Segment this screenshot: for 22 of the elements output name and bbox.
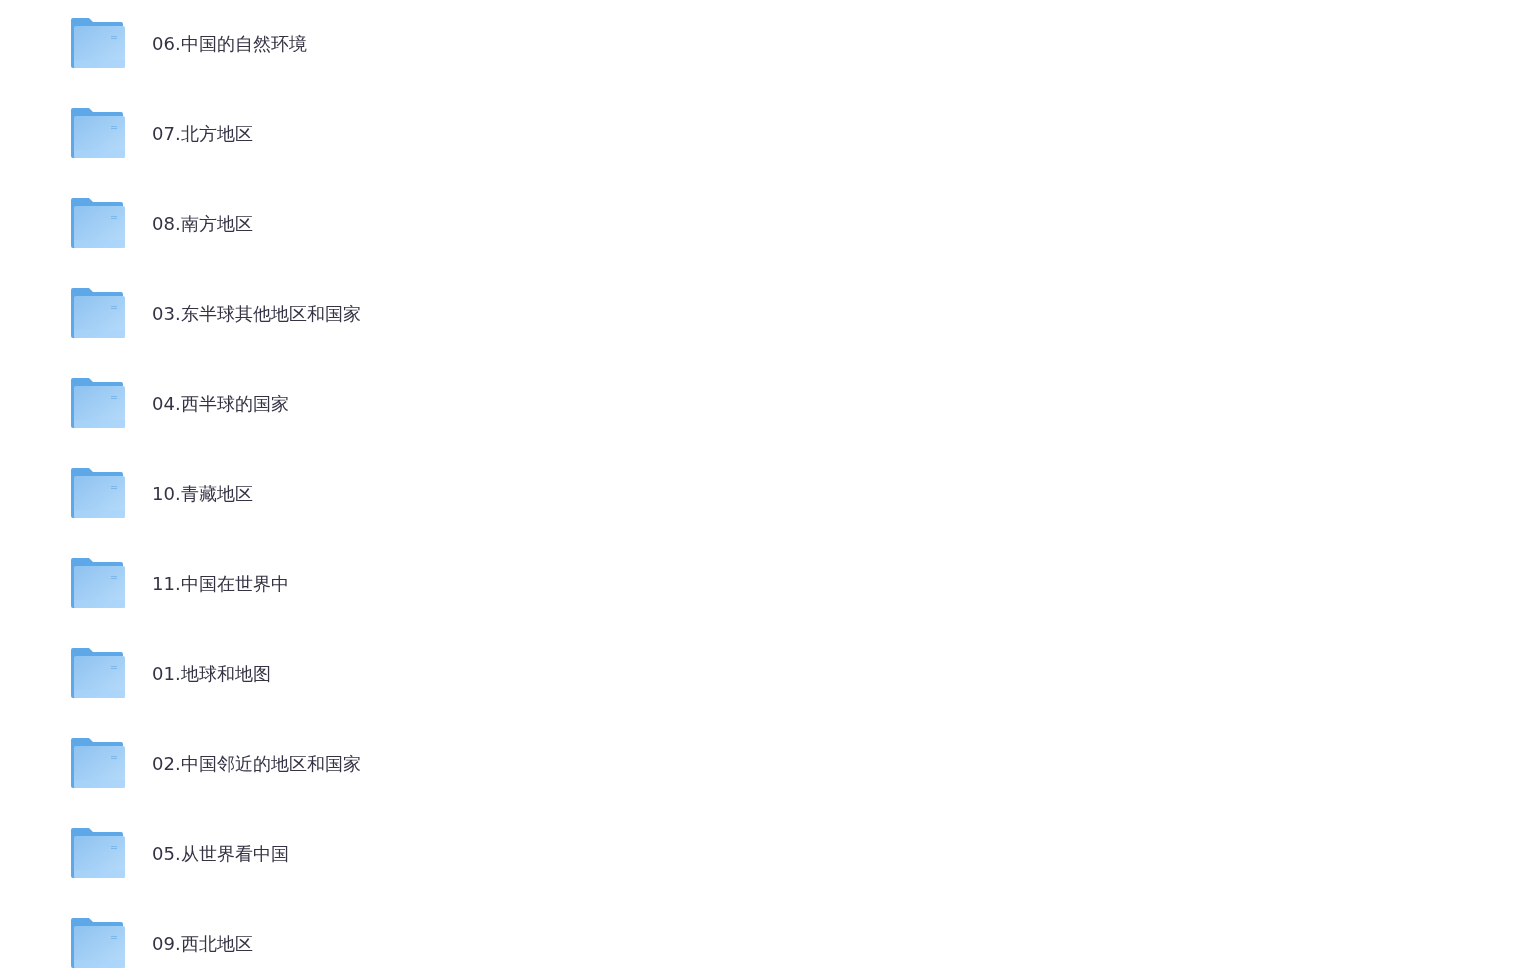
folder-icon <box>71 558 125 608</box>
folder-name[interactable]: 09.西北地区 <box>152 929 253 957</box>
folder-name[interactable]: 07.北方地区 <box>152 119 253 147</box>
folder-icon <box>71 738 125 788</box>
folder-name[interactable]: 02.中国邻近的地区和国家 <box>152 749 361 777</box>
folder-icon <box>71 648 125 698</box>
folder-icon <box>71 828 125 878</box>
folder-name[interactable]: 03.东半球其他地区和国家 <box>152 299 361 327</box>
folder-icon <box>71 198 125 248</box>
folder-name[interactable]: 04.西半球的国家 <box>152 389 289 417</box>
folder-name[interactable]: 08.南方地区 <box>152 209 253 237</box>
folder-icon <box>71 288 125 338</box>
folder-name[interactable]: 10.青藏地区 <box>152 479 253 507</box>
folder-name[interactable]: 06.中国的自然环境 <box>152 29 307 57</box>
folder-icon <box>71 18 125 68</box>
folder-icon <box>71 468 125 518</box>
folder-icon <box>71 108 125 158</box>
folder-name[interactable]: 01.地球和地图 <box>152 659 271 687</box>
folder-name[interactable]: 05.从世界看中国 <box>152 839 289 867</box>
folder-name[interactable]: 11.中国在世界中 <box>152 569 289 597</box>
folder-icon <box>71 378 125 428</box>
folder-icon <box>71 918 125 968</box>
